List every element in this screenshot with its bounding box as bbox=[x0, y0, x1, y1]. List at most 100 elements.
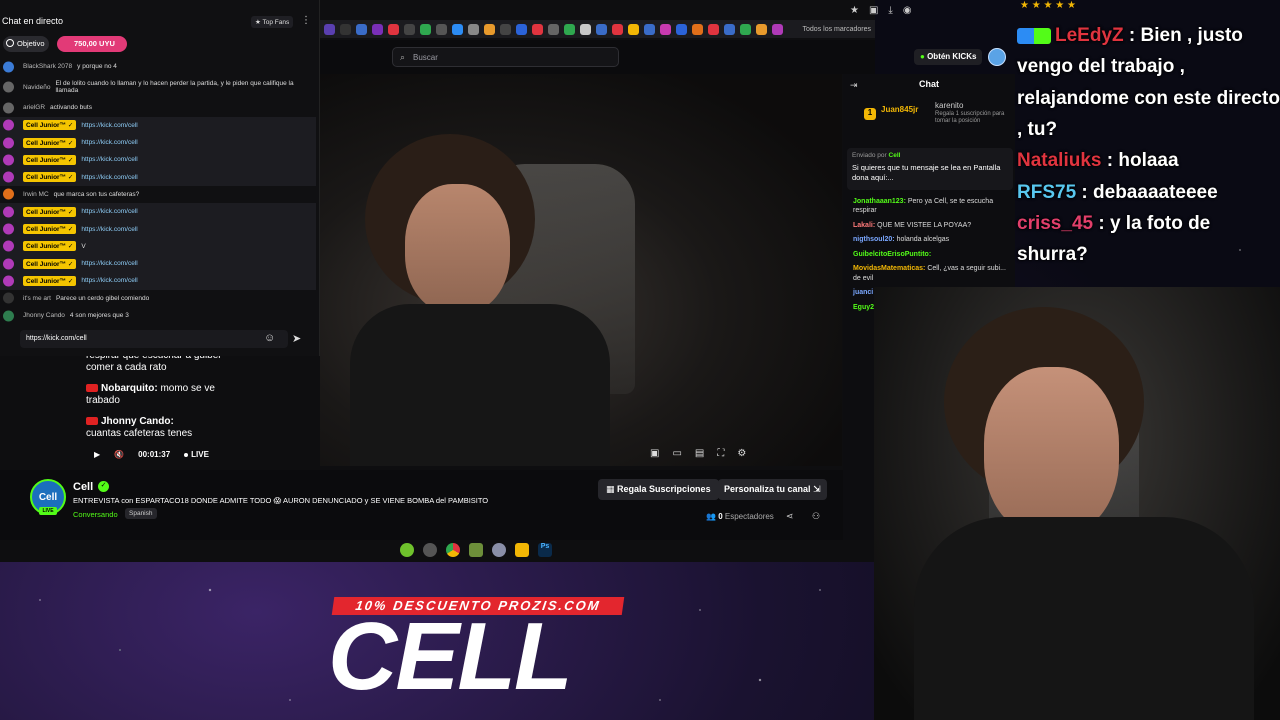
app-icon[interactable] bbox=[492, 543, 506, 557]
bookmark-icon[interactable] bbox=[324, 23, 335, 35]
bookmark-icon[interactable] bbox=[452, 23, 463, 35]
goal-button[interactable]: Objetivo bbox=[3, 36, 49, 52]
stream-category[interactable]: Conversando bbox=[73, 510, 118, 519]
bookmark-icon[interactable] bbox=[484, 23, 495, 35]
chat-link[interactable]: https://kick.com/cell bbox=[81, 208, 137, 215]
user-avatar-icon[interactable] bbox=[3, 61, 14, 73]
bookmark-icon[interactable] bbox=[772, 23, 783, 35]
user-avatar[interactable] bbox=[988, 48, 1006, 66]
user-avatar-icon[interactable] bbox=[3, 137, 14, 149]
bookmark-icon[interactable] bbox=[516, 23, 527, 35]
bookmark-icon[interactable] bbox=[708, 23, 719, 35]
bookmark-icon[interactable] bbox=[628, 23, 639, 35]
chat-input[interactable]: https://kick.com/cell bbox=[20, 330, 288, 348]
more-options-icon[interactable]: ⋮ bbox=[301, 15, 311, 26]
bookmark-icon[interactable] bbox=[564, 23, 575, 35]
theater-icon[interactable]: ▭ bbox=[672, 448, 681, 459]
chat-username[interactable]: juanci bbox=[853, 289, 873, 296]
folder-icon[interactable] bbox=[515, 543, 529, 557]
chat-username[interactable]: it's me art bbox=[23, 295, 51, 302]
stream-language[interactable]: Spanish bbox=[125, 508, 157, 519]
chat-username[interactable]: Navideño bbox=[23, 84, 50, 91]
bookmark-icon[interactable] bbox=[468, 23, 479, 35]
chat-username[interactable]: GuibelcitoErisoPuntito: bbox=[853, 251, 931, 258]
extension-icon[interactable]: ▣ bbox=[869, 5, 878, 16]
download-icon[interactable]: ⤓ bbox=[888, 5, 892, 16]
chat-username[interactable]: Eguy2 bbox=[853, 304, 874, 311]
user-avatar-icon[interactable] bbox=[3, 188, 14, 200]
user-avatar-icon[interactable] bbox=[3, 102, 14, 114]
chat-user-badge[interactable]: Cell Junior™ ✓ bbox=[23, 224, 77, 235]
gift-user-name[interactable]: karenito bbox=[935, 101, 963, 110]
customize-channel-button[interactable]: Personaliza tu canal ⇲ bbox=[718, 479, 827, 500]
chat-user-badge[interactable]: Cell Junior™ ✓ bbox=[23, 275, 77, 286]
bookmark-icon[interactable] bbox=[692, 23, 703, 35]
all-bookmarks-link[interactable]: Todos los marcadores bbox=[803, 26, 875, 33]
user-avatar-icon[interactable] bbox=[3, 81, 14, 93]
gift-subs-button[interactable]: ▦ Regala Suscripciones bbox=[598, 479, 719, 500]
chat-username[interactable]: nigthsoul20: bbox=[853, 236, 895, 243]
send-icon[interactable]: ➤ bbox=[292, 332, 301, 345]
bookmark-icon[interactable] bbox=[404, 23, 415, 35]
app-icon[interactable] bbox=[469, 543, 483, 557]
chat-link[interactable]: https://kick.com/cell bbox=[81, 139, 137, 146]
bookmark-icon[interactable] bbox=[532, 23, 543, 35]
bookmark-icon[interactable] bbox=[340, 23, 351, 35]
bookmark-icon[interactable] bbox=[660, 23, 671, 35]
emoji-icon[interactable]: ☺ bbox=[264, 332, 275, 344]
top-gifter-name[interactable]: Juan845jr bbox=[881, 105, 918, 114]
bookmark-icon[interactable] bbox=[612, 23, 623, 35]
chat-username[interactable]: Jhonny Cando bbox=[23, 312, 65, 319]
bookmark-icon[interactable] bbox=[580, 23, 591, 35]
chat-link[interactable]: https://kick.com/cell bbox=[81, 226, 137, 233]
user-avatar-icon[interactable] bbox=[3, 206, 14, 218]
follow-icon[interactable]: ⚇ bbox=[812, 511, 820, 522]
bookmark-icon[interactable] bbox=[644, 23, 655, 35]
chat-user-badge[interactable]: Cell Junior™ ✓ bbox=[23, 120, 77, 131]
fullscreen-icon[interactable]: ⛶ bbox=[717, 448, 724, 459]
chat-link[interactable]: https://kick.com/cell bbox=[81, 156, 137, 163]
bookmark-icon[interactable] bbox=[676, 23, 687, 35]
top-fans-button[interactable]: ★ Top Fans bbox=[251, 16, 294, 28]
chrome-icon[interactable] bbox=[446, 543, 460, 557]
pip-icon[interactable]: ▣ bbox=[650, 448, 659, 459]
star-icon[interactable]: ★ bbox=[850, 5, 859, 16]
streamer-name[interactable]: Cell bbox=[73, 481, 93, 493]
chat-user-badge[interactable]: Cell Junior™ ✓ bbox=[23, 206, 77, 217]
chat-username[interactable]: Lakali: bbox=[853, 222, 875, 229]
bookmark-icon[interactable] bbox=[548, 23, 559, 35]
settings-icon[interactable]: ⚙ bbox=[737, 448, 746, 459]
chat-username[interactable]: arielGR bbox=[23, 104, 45, 111]
bookmark-icon[interactable] bbox=[740, 23, 751, 35]
user-avatar-icon[interactable] bbox=[3, 258, 14, 270]
chat-username[interactable]: Jonathaaan123: bbox=[853, 198, 906, 205]
chat-username[interactable]: Irwin MC bbox=[23, 191, 49, 198]
user-avatar-icon[interactable] bbox=[3, 223, 14, 235]
app-icon[interactable] bbox=[423, 543, 437, 557]
chat-user-badge[interactable]: Cell Junior™ ✓ bbox=[23, 172, 77, 183]
bookmark-icon[interactable] bbox=[388, 23, 399, 35]
play-icon[interactable]: ▶ bbox=[94, 450, 100, 459]
user-avatar-icon[interactable] bbox=[3, 310, 14, 321]
chat-user-badge[interactable]: Cell Junior™ ✓ bbox=[23, 154, 77, 165]
video-player[interactable] bbox=[320, 74, 842, 466]
bookmark-icon[interactable] bbox=[420, 23, 431, 35]
photoshop-icon[interactable]: Ps bbox=[538, 543, 552, 557]
search-input[interactable]: ⌕ Buscar bbox=[392, 47, 619, 67]
chat-user-badge[interactable]: Cell Junior™ ✓ bbox=[23, 258, 77, 269]
pinned-message[interactable]: Enviado por Cell Si quieres que tu mensa… bbox=[847, 148, 1013, 190]
bookmark-icon[interactable] bbox=[356, 23, 367, 35]
bookmark-icon[interactable] bbox=[500, 23, 511, 35]
chat-link[interactable]: https://kick.com/cell bbox=[81, 260, 137, 267]
user-avatar-icon[interactable] bbox=[3, 275, 14, 287]
bookmark-icon[interactable] bbox=[724, 23, 735, 35]
get-kicks-button[interactable]: ● Obtén KICKs bbox=[914, 49, 983, 65]
app-icon[interactable] bbox=[400, 543, 414, 557]
bookmark-icon[interactable] bbox=[436, 23, 447, 35]
chat-username[interactable]: MovidasMatematicas: bbox=[853, 265, 925, 272]
user-avatar-icon[interactable] bbox=[3, 171, 14, 183]
miniplayer-icon[interactable]: ▤ bbox=[695, 448, 704, 459]
user-avatar-icon[interactable] bbox=[3, 240, 14, 252]
chat-user-badge[interactable]: Cell Junior™ ✓ bbox=[23, 241, 77, 252]
bookmark-icon[interactable] bbox=[372, 23, 383, 35]
